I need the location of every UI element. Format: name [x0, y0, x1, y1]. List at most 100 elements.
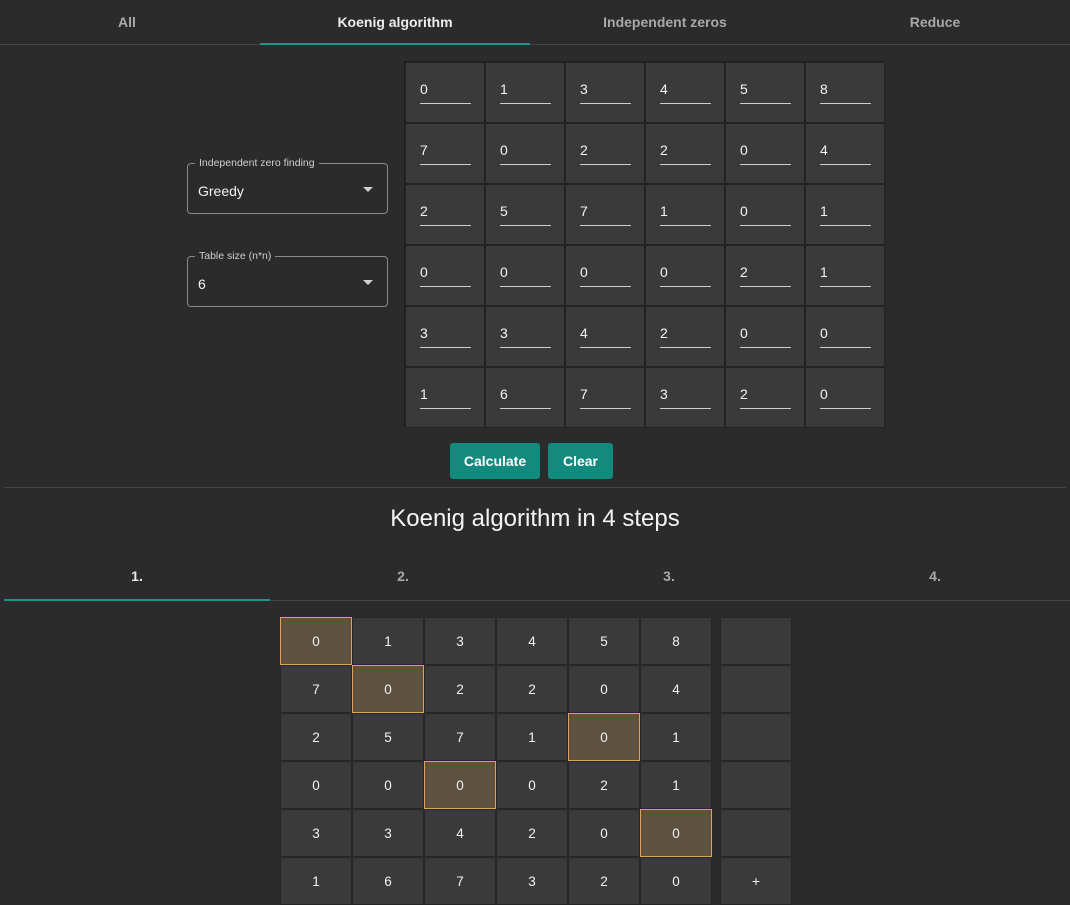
matrix-cell-input[interactable]: 4 [820, 141, 871, 165]
matrix-cell-input[interactable]: 0 [500, 141, 551, 165]
matrix-cell-input[interactable]: 5 [500, 202, 551, 226]
matrix-cell: 1 [645, 184, 725, 245]
clear-button[interactable]: Clear [548, 443, 613, 479]
matrix-cell: 6 [485, 367, 565, 428]
matrix-cell: 0 [805, 367, 885, 428]
matrix-cell-input[interactable]: 1 [660, 202, 711, 226]
result-cell: 0 [568, 809, 640, 857]
matrix-cell-input[interactable]: 0 [740, 324, 791, 348]
result-cell: 3 [496, 857, 568, 905]
matrix-cell-input[interactable]: 3 [500, 324, 551, 348]
matrix-cell: 1 [805, 245, 885, 306]
result-cell: 1 [352, 617, 424, 665]
result-cell: 6 [352, 857, 424, 905]
matrix-cell-input[interactable]: 5 [740, 80, 791, 104]
row-mark-column: + [720, 617, 792, 905]
result-cell: 0 [352, 761, 424, 809]
matrix-cell: 1 [405, 367, 485, 428]
result-cell: 1 [640, 761, 712, 809]
matrix-cell-input[interactable]: 2 [660, 141, 711, 165]
matrix-cell-input[interactable]: 2 [580, 141, 631, 165]
tab-step-4[interactable]: 4. [802, 552, 1068, 600]
tab-all[interactable]: All [0, 0, 260, 44]
result-cell: 7 [424, 857, 496, 905]
result-cell: 2 [424, 665, 496, 713]
matrix-cell-input[interactable]: 7 [580, 202, 631, 226]
result-cell: 4 [496, 617, 568, 665]
result-cell: 8 [640, 617, 712, 665]
result-cell: 3 [352, 809, 424, 857]
matrix-cell: 4 [645, 62, 725, 123]
matrix-cell-input[interactable]: 1 [420, 385, 471, 409]
tab-independent-zeros[interactable]: Independent zeros [530, 0, 800, 44]
matrix-cell-input[interactable]: 0 [500, 263, 551, 287]
independent-zero-cell: 0 [640, 809, 712, 857]
matrix-cell: 4 [805, 123, 885, 184]
matrix-cell-input[interactable]: 1 [500, 80, 551, 104]
step-tab-bar: 1. 2. 3. 4. [4, 552, 1070, 601]
matrix-cell: 0 [565, 245, 645, 306]
matrix-cell: 2 [725, 367, 805, 428]
result-cell: 4 [424, 809, 496, 857]
matrix-cell: 1 [805, 184, 885, 245]
matrix-cell: 2 [725, 245, 805, 306]
matrix-cell-input[interactable]: 3 [660, 385, 711, 409]
tab-step-1[interactable]: 1. [4, 552, 270, 601]
top-tab-bar: All Koenig algorithm Independent zeros R… [0, 0, 1070, 45]
result-matrix: 013458702204257101000021334200167320 [280, 617, 712, 905]
matrix-input-grid: 0 1 3 4 5 8 7 0 2 2 0 4 2 5 7 1 0 1 0 0 0 0 2 1 3 3 4 2 0 0 1 6 7 3 2 0 [404, 61, 885, 428]
tab-step-3[interactable]: 3. [536, 552, 802, 600]
matrix-cell: 3 [645, 367, 725, 428]
matrix-cell: 2 [645, 123, 725, 184]
result-cell: 2 [496, 665, 568, 713]
matrix-cell: 7 [565, 367, 645, 428]
matrix-cell-input[interactable]: 6 [500, 385, 551, 409]
matrix-cell-input[interactable]: 7 [580, 385, 631, 409]
independent-zero-cell: 0 [424, 761, 496, 809]
result-cell: 2 [568, 857, 640, 905]
matrix-cell: 7 [405, 123, 485, 184]
matrix-cell-input[interactable]: 2 [420, 202, 471, 226]
matrix-cell-input[interactable]: 0 [740, 141, 791, 165]
result-cell: 0 [280, 761, 352, 809]
result-cell: 7 [280, 665, 352, 713]
matrix-cell-input[interactable]: 0 [580, 263, 631, 287]
matrix-cell-input[interactable]: 2 [660, 324, 711, 348]
matrix-cell: 2 [405, 184, 485, 245]
matrix-cell: 0 [725, 184, 805, 245]
row-mark-cell [720, 761, 792, 809]
independent-zero-cell: 0 [568, 713, 640, 761]
result-cell: 3 [280, 809, 352, 857]
matrix-cell-input[interactable]: 0 [820, 385, 871, 409]
matrix-cell-input[interactable]: 1 [820, 202, 871, 226]
matrix-cell-input[interactable]: 8 [820, 80, 871, 104]
matrix-cell-input[interactable]: 0 [660, 263, 711, 287]
table-size-select[interactable]: Table size (n*n) 6 [187, 250, 388, 307]
matrix-cell-input[interactable]: 0 [420, 263, 471, 287]
tab-koenig-algorithm[interactable]: Koenig algorithm [260, 0, 530, 45]
matrix-cell: 1 [485, 62, 565, 123]
zero-finding-select[interactable]: Independent zero finding Greedy [187, 157, 388, 214]
matrix-cell: 0 [405, 62, 485, 123]
matrix-cell: 7 [565, 184, 645, 245]
matrix-cell-input[interactable]: 0 [820, 324, 871, 348]
matrix-cell-input[interactable]: 2 [740, 263, 791, 287]
calculate-button[interactable]: Calculate [450, 443, 540, 479]
matrix-cell-input[interactable]: 4 [660, 80, 711, 104]
matrix-cell: 8 [805, 62, 885, 123]
matrix-cell-input[interactable]: 7 [420, 141, 471, 165]
matrix-cell-input[interactable]: 4 [580, 324, 631, 348]
matrix-cell-input[interactable]: 2 [740, 385, 791, 409]
matrix-cell-input[interactable]: 0 [420, 80, 471, 104]
tab-step-2[interactable]: 2. [270, 552, 536, 600]
matrix-cell: 2 [645, 306, 725, 367]
matrix-cell: 0 [645, 245, 725, 306]
matrix-cell-input[interactable]: 3 [580, 80, 631, 104]
result-cell: 3 [424, 617, 496, 665]
matrix-cell-input[interactable]: 1 [820, 263, 871, 287]
tab-reduce[interactable]: Reduce [800, 0, 1070, 44]
matrix-cell-input[interactable]: 3 [420, 324, 471, 348]
chevron-down-icon [363, 280, 373, 285]
matrix-cell-input[interactable]: 0 [740, 202, 791, 226]
result-cell: 0 [568, 665, 640, 713]
